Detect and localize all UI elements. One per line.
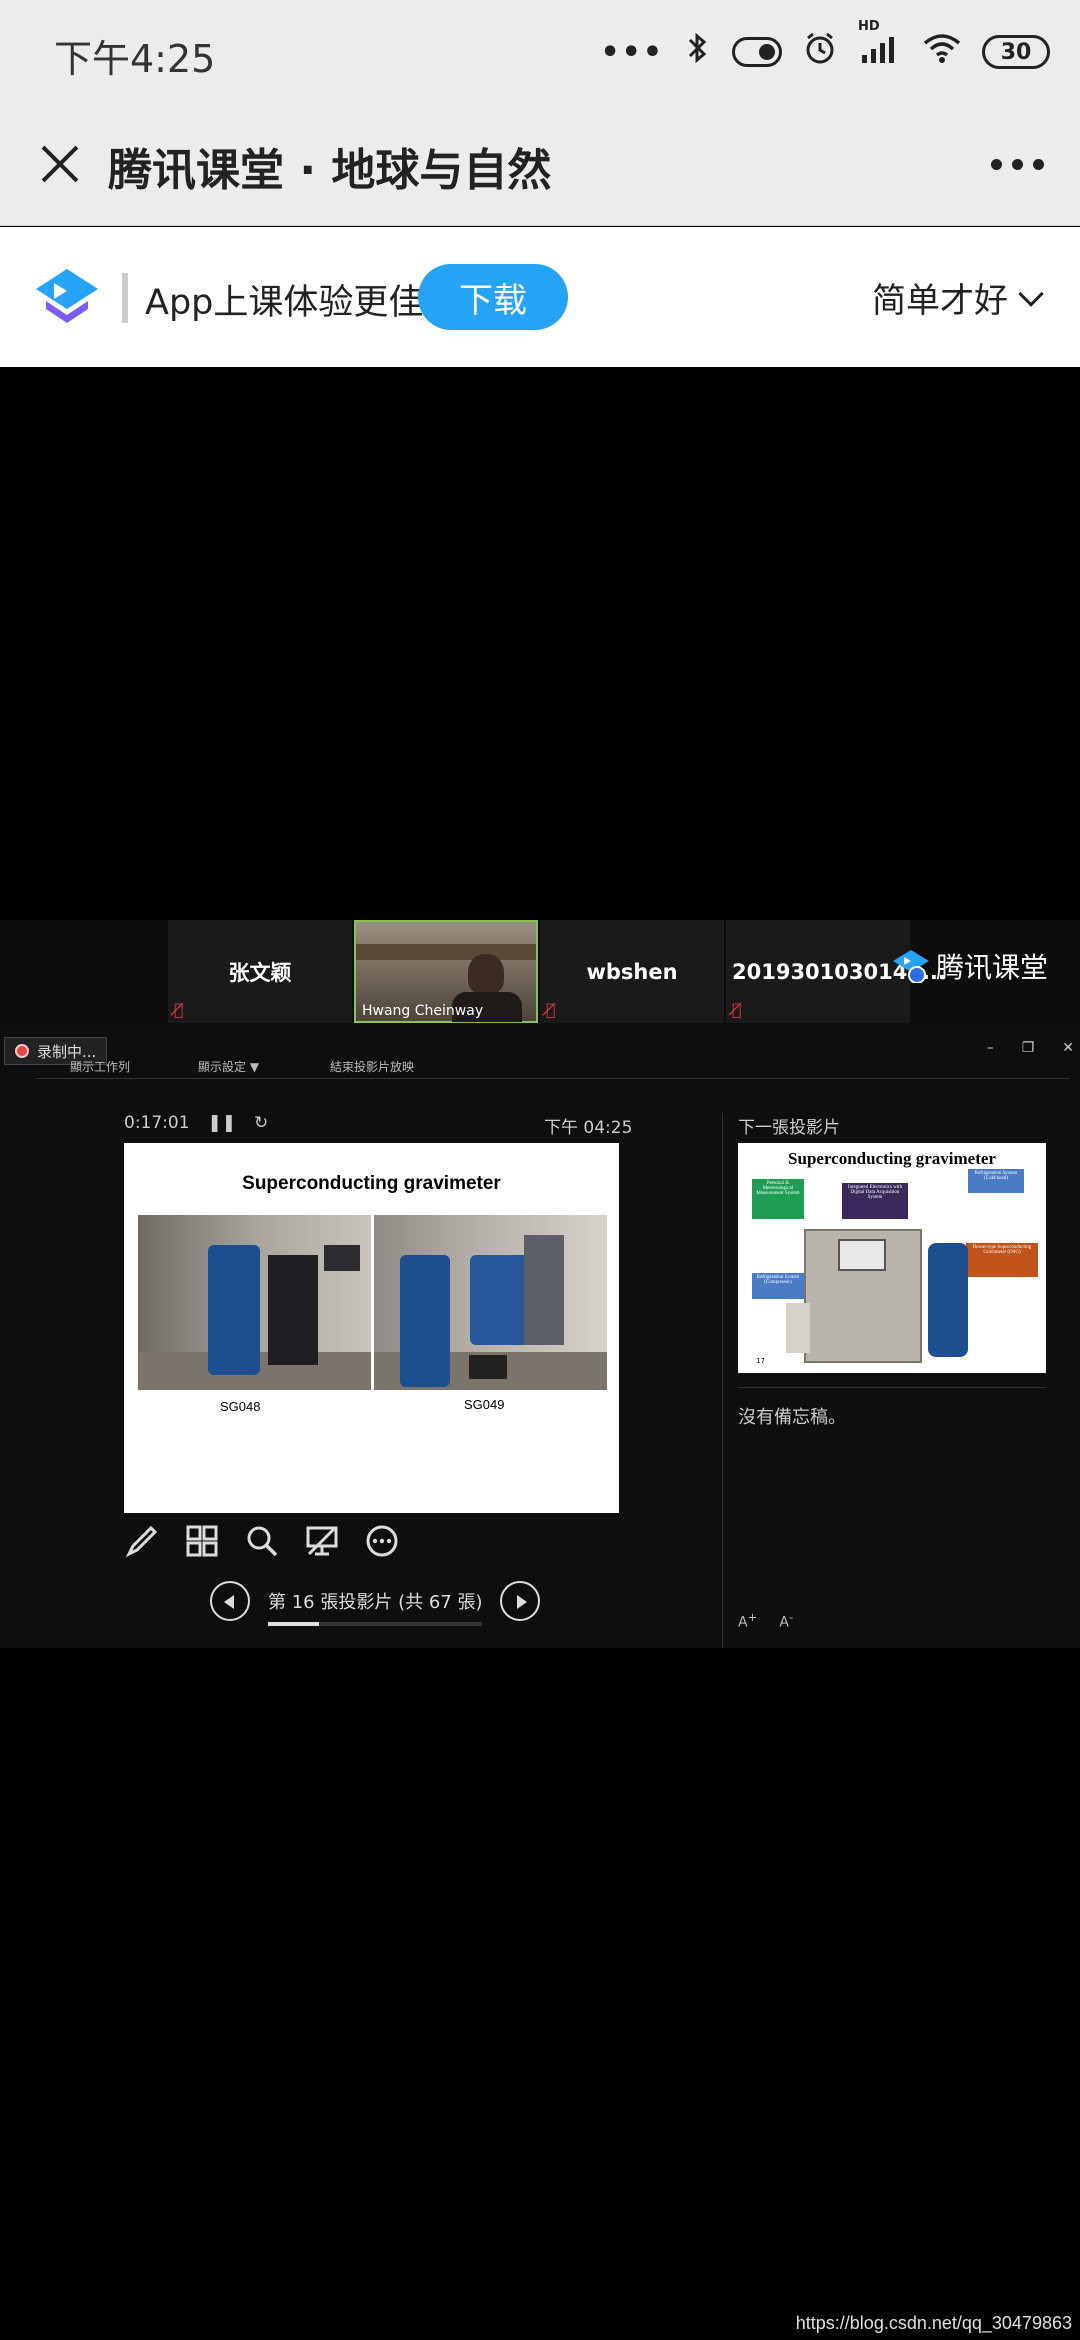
tencent-classroom-watermark-icon	[892, 949, 930, 984]
speaker-notes: 沒有備忘稿。	[738, 1407, 846, 1428]
participant-tile[interactable]: 2019301030141... 🎙̸	[726, 920, 946, 1023]
current-slide: Superconducting gravimeter SG048 SG049	[124, 1143, 619, 1513]
decrease-font-icon[interactable]: A-	[779, 1610, 793, 1631]
notes-divider	[738, 1387, 1046, 1388]
next-slide-page-number: 17	[756, 1357, 765, 1365]
photo-caption: SG048	[220, 1399, 261, 1414]
page-title: 腾讯课堂 · 地球与自然	[108, 145, 552, 196]
increase-font-icon[interactable]: A+	[738, 1610, 757, 1631]
elapsed-time: 0:17:01	[124, 1113, 190, 1133]
photo-caption: SG049	[464, 1397, 505, 1412]
next-slide-box: Personal & Meteorological Measurement Sy…	[752, 1179, 804, 1219]
banner-divider	[122, 273, 128, 323]
next-slide-button[interactable]	[500, 1581, 541, 1621]
next-slide-box: Refrigeration System (Compressor)	[752, 1273, 804, 1299]
participant-tile[interactable]: wbshen 🎙̸	[540, 920, 724, 1023]
bluetooth-icon	[684, 31, 712, 73]
slide-photo-sg049	[374, 1215, 607, 1390]
tencent-classroom-logo-icon	[34, 267, 100, 327]
panel-divider	[722, 1113, 723, 1648]
next-slide-box: Refrigeration System (Cold head)	[968, 1169, 1024, 1193]
hd-signal-icon: HD	[858, 19, 902, 73]
restore-icon[interactable]: ❐	[1022, 1040, 1035, 1056]
current-clock: 下午 04:25	[544, 1118, 633, 1138]
slide-counter-text: 第 16 張投影片 (共 67 張)	[268, 1592, 483, 1613]
record-icon	[15, 1044, 29, 1058]
slide-timer: 0:17:01 ❚❚ ↻	[124, 1113, 268, 1133]
show-taskbar-button[interactable]: 顯示工作列	[70, 1058, 130, 1075]
participant-name: 张文颖	[228, 960, 292, 985]
next-slide-box: Integrated Electronics with Digital Data…	[842, 1183, 908, 1219]
more-menu-button[interactable]	[984, 144, 1050, 184]
banner-promo-text: App上课体验更佳	[145, 283, 424, 323]
slide-navigation: 第 16 張投影片 (共 67 張)	[210, 1581, 541, 1626]
slide-title: Superconducting gravimeter	[242, 1173, 501, 1194]
app-banner: App上课体验更佳 下载 简单才好	[0, 227, 1080, 367]
grid-icon[interactable]	[184, 1523, 220, 1559]
download-button[interactable]: 下载	[418, 264, 568, 330]
slide-counter: 第 16 張投影片 (共 67 張)	[268, 1588, 483, 1626]
mic-off-icon: 🎙̸	[174, 1000, 184, 1019]
ppt-toolbar: 顯示工作列 顯示設定 ▼ 結束投影片放映	[36, 1055, 1070, 1079]
status-icons: ••• HD 30	[600, 19, 1050, 74]
window-controls: – ❐ ✕	[987, 1040, 1074, 1056]
hd-label: HD	[858, 19, 880, 34]
participant-name: Hwang Cheinway	[362, 1003, 484, 1019]
more-dots-icon: •••	[600, 34, 664, 70]
source-url: https://blog.csdn.net/qq_30479863	[795, 2313, 1072, 2333]
chevron-down-icon	[1018, 280, 1044, 307]
next-slide-label: 下一張投影片	[738, 1118, 840, 1138]
minimize-icon[interactable]: –	[987, 1040, 994, 1056]
slide-progress	[268, 1622, 483, 1626]
watermark: 腾讯课堂	[892, 946, 1048, 986]
participant-video-tile[interactable]: Hwang Cheinway	[354, 920, 538, 1023]
video-area-top	[0, 367, 1080, 920]
watermark-text: 腾讯课堂	[936, 951, 1049, 984]
battery-icon: 30	[982, 35, 1050, 69]
slide-photo-sg048	[138, 1215, 371, 1390]
mic-off-icon: 🎙̸	[546, 1000, 556, 1019]
end-slideshow-button[interactable]: 結束投影片放映	[330, 1058, 414, 1075]
ppt-presenter-view: 录制中... 顯示工作列 顯示設定 ▼ 結束投影片放映 – ❐ ✕ 0:17:0…	[0, 1025, 1080, 1648]
close-window-icon[interactable]: ✕	[1062, 1040, 1074, 1056]
next-slide-box: Dewar-type Superconducting Gravimeter (O…	[966, 1243, 1038, 1277]
zoom-icon[interactable]	[244, 1523, 280, 1559]
close-icon[interactable]	[30, 134, 90, 194]
title-bar: 腾讯课堂 · 地球与自然	[0, 104, 1080, 226]
status-bar: 下午4:25 ••• HD 30	[0, 0, 1080, 104]
screen-icon[interactable]	[304, 1523, 340, 1559]
presenter-tools	[124, 1523, 400, 1559]
reset-timer-icon[interactable]: ↻	[254, 1113, 268, 1133]
user-name: 简单才好	[872, 281, 1008, 321]
notes-font-controls: A+ A-	[738, 1610, 793, 1631]
prev-slide-button[interactable]	[210, 1581, 250, 1621]
next-slide-title: Superconducting gravimeter	[788, 1149, 996, 1168]
wifi-icon	[922, 31, 962, 73]
next-slide-preview[interactable]: Superconducting gravimeter Personal & Me…	[738, 1143, 1046, 1373]
mic-off-icon: 🎙̸	[732, 1000, 742, 1019]
participant-tile[interactable]: 张文颖 🎙̸	[168, 920, 352, 1023]
pen-icon[interactable]	[124, 1523, 160, 1559]
pause-icon[interactable]: ❚❚	[208, 1113, 237, 1133]
alarm-icon	[802, 30, 838, 74]
user-menu-button[interactable]: 简单才好	[872, 273, 1044, 322]
display-settings-button[interactable]: 顯示設定 ▼	[198, 1058, 259, 1075]
more-icon[interactable]	[364, 1523, 400, 1559]
video-area-bottom: https://blog.csdn.net/qq_30479863	[0, 1648, 1080, 2340]
toggle-icon	[732, 37, 782, 67]
participant-name: wbshen	[586, 959, 678, 984]
status-time: 下午4:25	[54, 37, 216, 81]
